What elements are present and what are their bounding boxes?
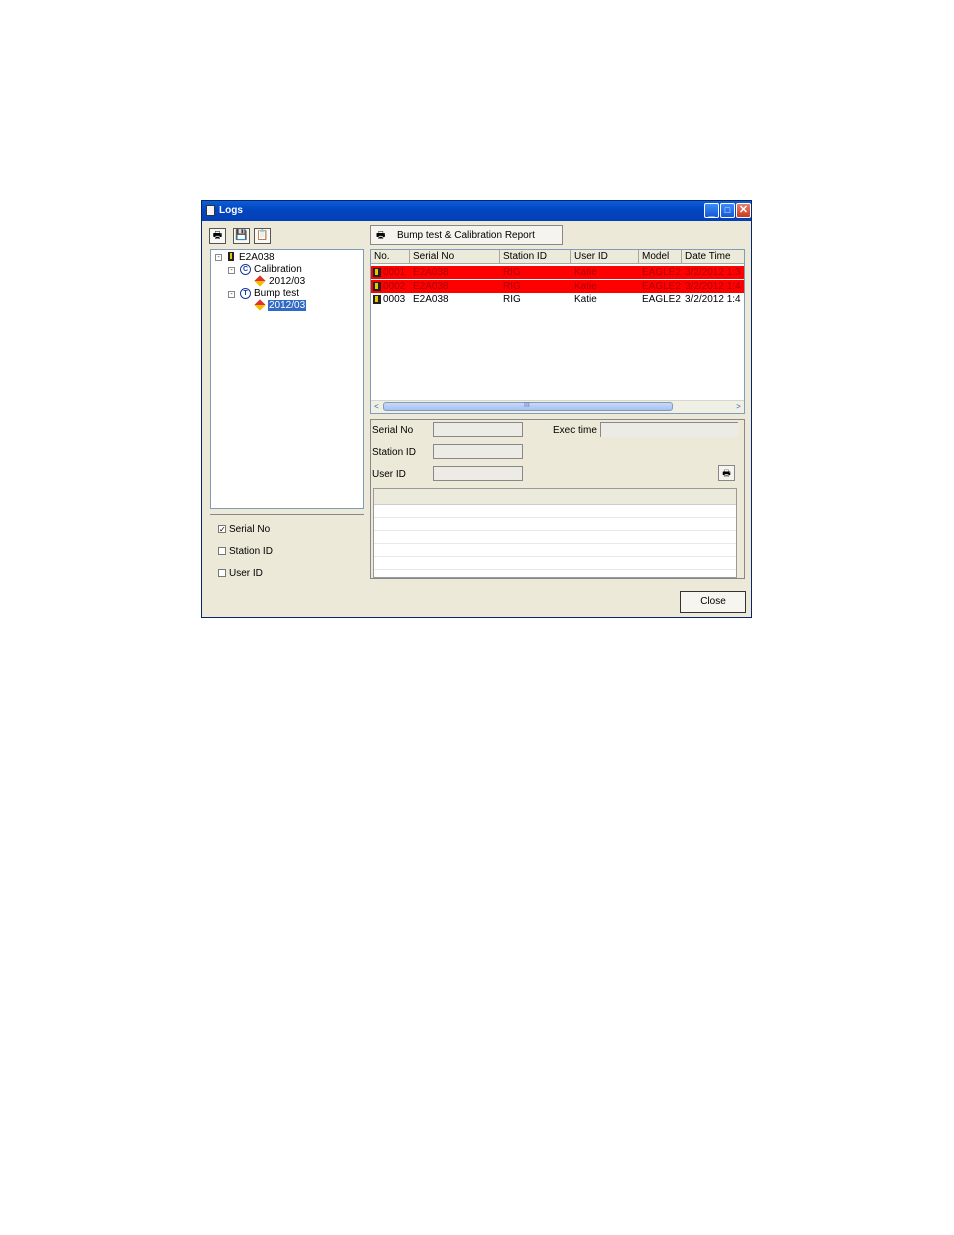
grid-row-line <box>374 569 736 570</box>
column-header-serial-no[interactable]: Serial No <box>410 250 500 264</box>
minimize-icon: _ <box>708 206 715 218</box>
serial-no-field <box>433 422 523 437</box>
log-list[interactable]: No. Serial No Station ID User ID Model D… <box>370 249 745 414</box>
collapse-icon[interactable]: - <box>228 291 235 298</box>
collapse-icon[interactable]: - <box>228 267 235 274</box>
cell-model: EAGLE2 <box>642 294 681 305</box>
station-id-field <box>433 444 523 459</box>
tree-bump-test-month-selected[interactable]: 2012/03 <box>268 300 307 311</box>
log-tree[interactable]: - E2A038 - C Calibration 2012/03 - T Bum… <box>210 249 364 509</box>
scroll-thumb[interactable]: III <box>383 402 673 411</box>
detail-grid-header <box>374 489 736 505</box>
cell-serial-no: E2A038 <box>413 281 449 292</box>
printer-icon: 🖶 <box>722 468 731 478</box>
app-icon <box>206 205 215 216</box>
bump-test-badge-icon: T <box>240 288 251 299</box>
tree-calibration-month[interactable]: 2012/03 <box>269 276 305 287</box>
tree-bump-test[interactable]: Bump test <box>254 288 299 299</box>
horizontal-scrollbar[interactable]: < III > <box>371 400 744 413</box>
table-row[interactable]: 0002 E2A038 RIG Katie EAGLE2 3/2/2012 1:… <box>371 280 744 293</box>
report-button-label: Bump test & Calibration Report <box>397 230 535 241</box>
exec-time-field <box>600 422 738 437</box>
table-row[interactable]: 0001 E2A038 RIG Katie EAGLE2 3/2/2012 1:… <box>371 266 744 279</box>
clipboard-icon: 📋 <box>256 230 269 241</box>
user-id-checkbox[interactable] <box>218 569 226 577</box>
device-icon <box>373 268 381 277</box>
scroll-right-icon[interactable]: > <box>733 401 744 412</box>
scroll-grip-icon: III <box>524 402 530 409</box>
column-header-user-id[interactable]: User ID <box>571 250 639 264</box>
cell-station-id: RIG <box>503 294 521 305</box>
station-id-checkbox-label: Station ID <box>229 546 273 557</box>
cell-user-id: Katie <box>574 267 597 278</box>
close-window-button[interactable]: ✕ <box>736 203 751 218</box>
log-entry-icon <box>254 275 266 287</box>
cell-station-id: RIG <box>503 267 521 278</box>
clipboard-button[interactable]: 📋 <box>254 228 271 244</box>
cell-model: EAGLE2 <box>642 267 681 278</box>
filter-options: ✓ Serial No Station ID User ID <box>210 514 364 586</box>
column-header-station-id[interactable]: Station ID <box>500 250 571 264</box>
exec-time-label: Exec time <box>553 425 597 436</box>
maximize-icon: □ <box>724 205 731 215</box>
cell-user-id: Katie <box>574 294 597 305</box>
title-bar[interactable]: Logs _ □ ✕ <box>202 201 751 221</box>
detail-grid <box>373 488 737 578</box>
cell-no: 0002 <box>383 281 406 292</box>
cell-date-time: 3/2/2012 1:4 <box>685 294 741 305</box>
collapse-icon[interactable]: - <box>215 254 222 261</box>
scroll-left-icon[interactable]: < <box>371 401 382 412</box>
cell-serial-no: E2A038 <box>413 267 449 278</box>
station-id-label: Station ID <box>372 447 416 458</box>
device-icon <box>228 252 234 261</box>
column-header-model[interactable]: Model <box>639 250 682 264</box>
column-header-date-time[interactable]: Date Time <box>682 250 744 264</box>
tree-calibration[interactable]: Calibration <box>254 264 302 275</box>
column-header-no[interactable]: No. <box>371 250 410 264</box>
report-button[interactable]: 🖶 Bump test & Calibration Report <box>370 225 563 245</box>
grid-row-line <box>374 543 736 544</box>
grid-row-line <box>374 517 736 518</box>
cell-serial-no: E2A038 <box>413 294 449 305</box>
cell-model: EAGLE2 <box>642 281 681 292</box>
user-id-label: User ID <box>372 469 406 480</box>
cell-station-id: RIG <box>503 281 521 292</box>
cell-date-time: 3/2/2012 1:4 <box>685 281 741 292</box>
log-entry-icon <box>254 299 266 311</box>
logs-window: Logs _ □ ✕ 🖶 💾 📋 🖶 Bump test & Calibrati… <box>201 200 752 618</box>
printer-icon: 🖶 <box>376 230 386 241</box>
cell-no: 0003 <box>383 294 406 305</box>
table-row[interactable]: 0003 E2A038 RIG Katie EAGLE2 3/2/2012 1:… <box>371 293 744 306</box>
serial-no-label: Serial No <box>372 425 414 436</box>
serial-no-checkbox[interactable]: ✓ <box>218 525 226 534</box>
printer-icon: 🖶 <box>212 230 223 241</box>
tree-root[interactable]: E2A038 <box>239 252 275 263</box>
grid-row-line <box>374 556 736 557</box>
cell-no: 0001 <box>383 267 406 278</box>
close-button[interactable]: Close <box>680 591 746 613</box>
print-detail-button[interactable]: 🖶 <box>718 465 735 481</box>
station-id-checkbox[interactable] <box>218 547 226 555</box>
grid-row-line <box>374 530 736 531</box>
print-button[interactable]: 🖶 <box>209 228 226 244</box>
minimize-button[interactable]: _ <box>704 203 719 218</box>
maximize-button[interactable]: □ <box>720 203 735 218</box>
cell-date-time: 3/2/2012 1:3 <box>685 267 741 278</box>
device-icon <box>373 295 381 304</box>
serial-no-checkbox-label: Serial No <box>229 524 271 535</box>
user-id-field <box>433 466 523 481</box>
device-icon <box>373 282 381 291</box>
save-button[interactable]: 💾 <box>233 228 250 244</box>
cell-user-id: Katie <box>574 281 597 292</box>
close-icon: ✕ <box>738 204 749 216</box>
user-id-checkbox-label: User ID <box>229 568 263 579</box>
save-icon: 💾 <box>235 230 248 241</box>
detail-panel: Serial No Exec time Station ID User ID 🖶 <box>370 419 745 579</box>
calibration-badge-icon: C <box>240 264 251 275</box>
window-title: Logs <box>219 205 243 216</box>
